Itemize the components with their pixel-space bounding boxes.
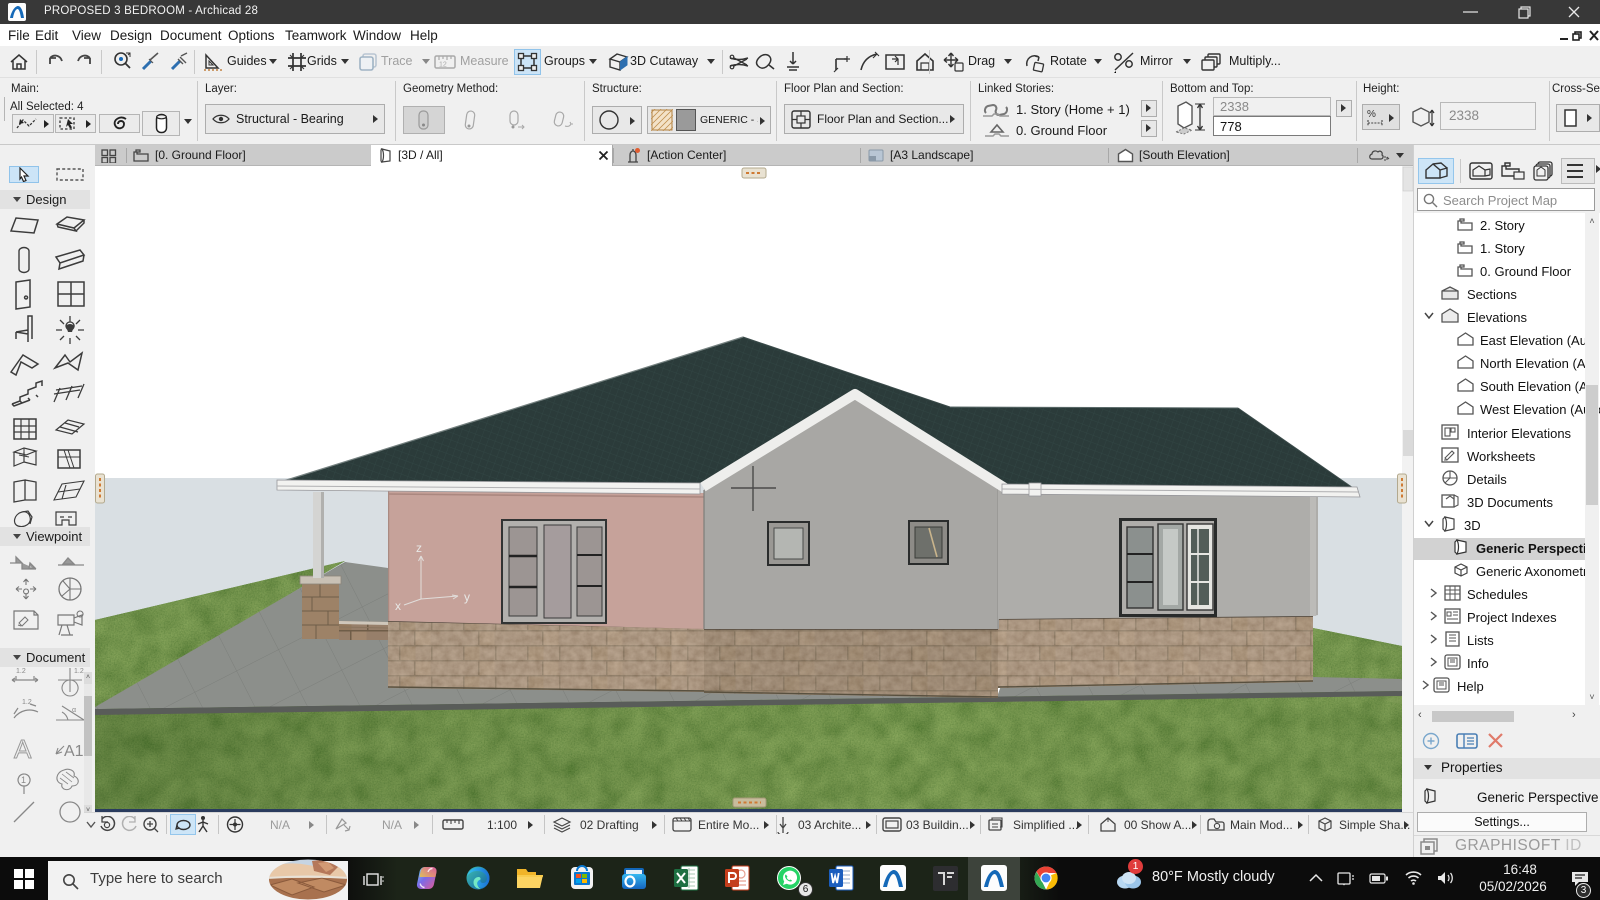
svg-text:A1: A1 (64, 743, 84, 760)
svg-text:12: 12 (439, 62, 447, 69)
svg-text:1.2: 1.2 (16, 668, 26, 675)
svg-text:x: x (395, 599, 401, 613)
svg-text:1.2: 1.2 (22, 699, 32, 706)
svg-text:A: A (14, 734, 32, 764)
svg-text:α: α (72, 707, 76, 714)
svg-text:y: y (464, 590, 470, 604)
svg-text:z: z (416, 541, 422, 555)
svg-text:%: % (1367, 109, 1376, 120)
svg-text:1.2: 1.2 (74, 668, 84, 675)
svg-text:1: 1 (21, 775, 26, 785)
